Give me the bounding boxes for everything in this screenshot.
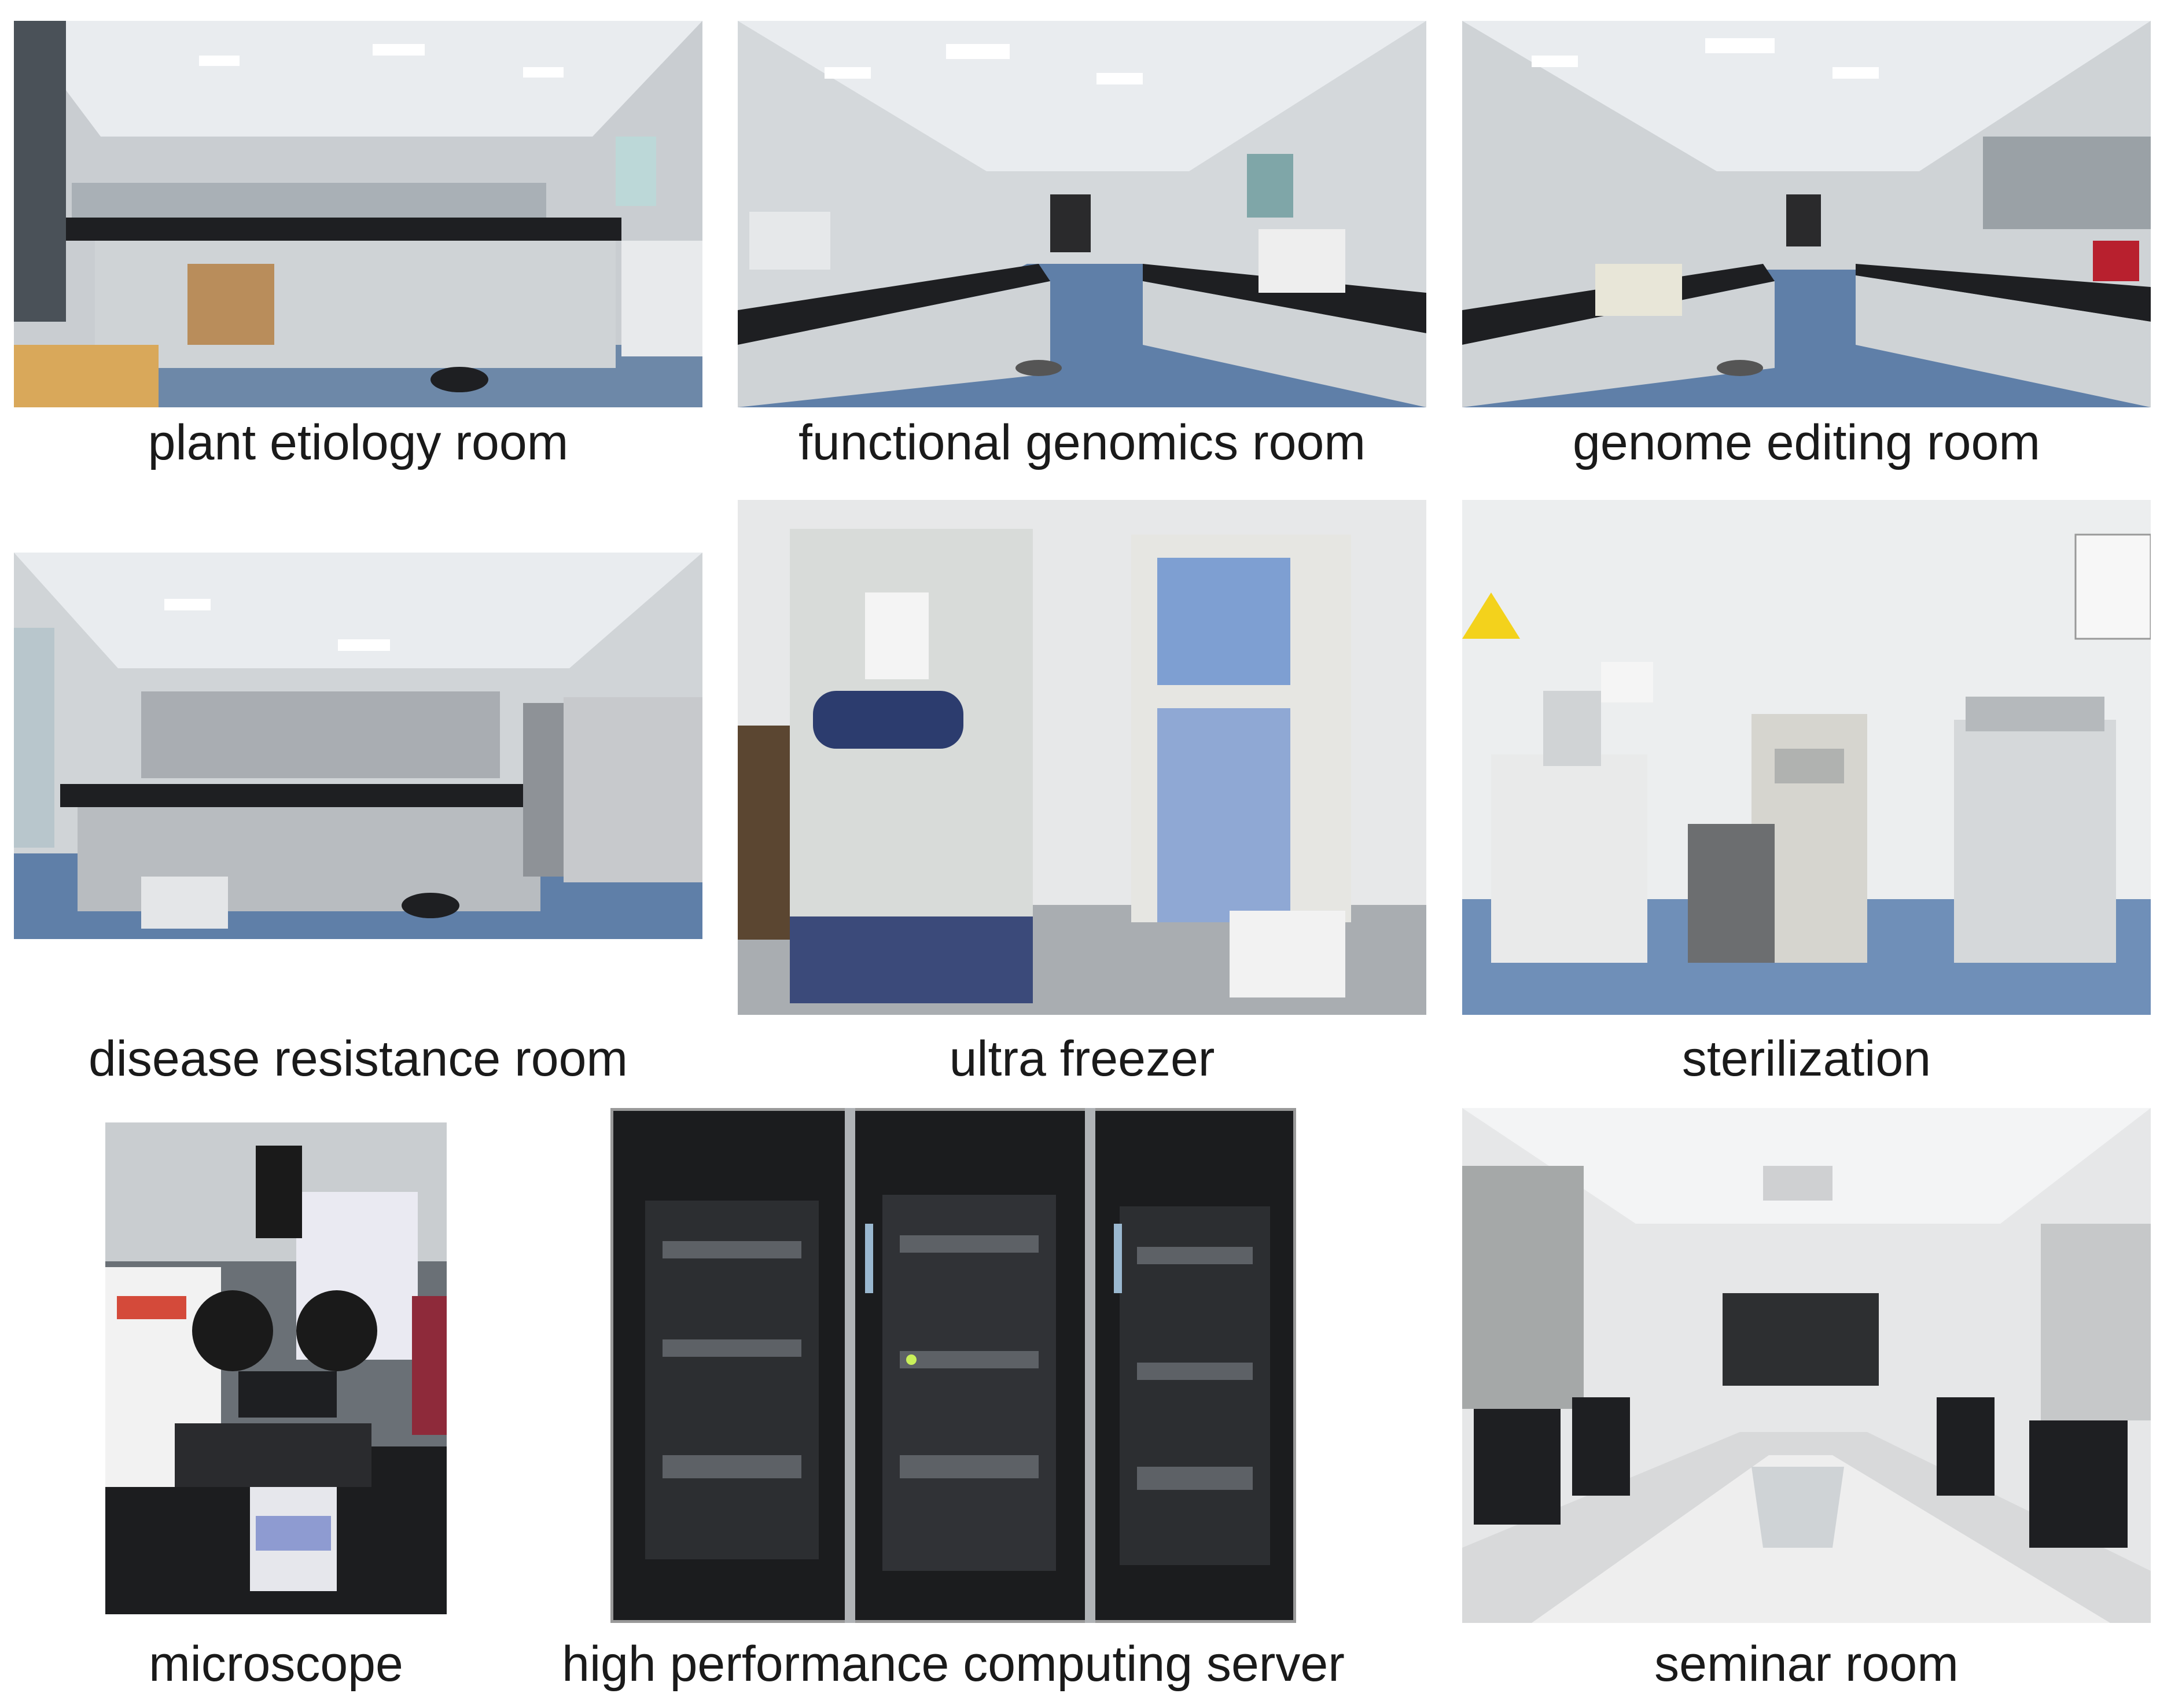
photo-hpc-server: [610, 1108, 1296, 1623]
photo-seminar-room: [1462, 1108, 2151, 1623]
photo-ultra-freezer: [738, 500, 1426, 1015]
caption-seminar-room: seminar room: [1654, 1636, 1959, 1692]
caption-plant-etiology-room: plant etiology room: [148, 415, 569, 470]
caption-disease-resistance-room: disease resistance room: [88, 1031, 628, 1087]
photo-disease-resistance-room: [14, 553, 702, 939]
caption-functional-genomics-room: functional genomics room: [798, 415, 1366, 470]
photo-sterilization: [1462, 500, 2151, 1015]
photo-microscope: [105, 1122, 447, 1614]
photo-functional-genomics-room: [738, 21, 1426, 407]
caption-genome-editing-room: genome editing room: [1573, 415, 2040, 470]
caption-microscope: microscope: [149, 1636, 403, 1692]
caption-ultra-freezer: ultra freezer: [949, 1031, 1215, 1087]
photo-plant-etiology-room: [14, 21, 702, 407]
caption-sterilization: sterilization: [1681, 1031, 1931, 1087]
photo-genome-editing-room: [1462, 21, 2151, 407]
caption-hpc-server: high performance computing server: [562, 1636, 1345, 1692]
